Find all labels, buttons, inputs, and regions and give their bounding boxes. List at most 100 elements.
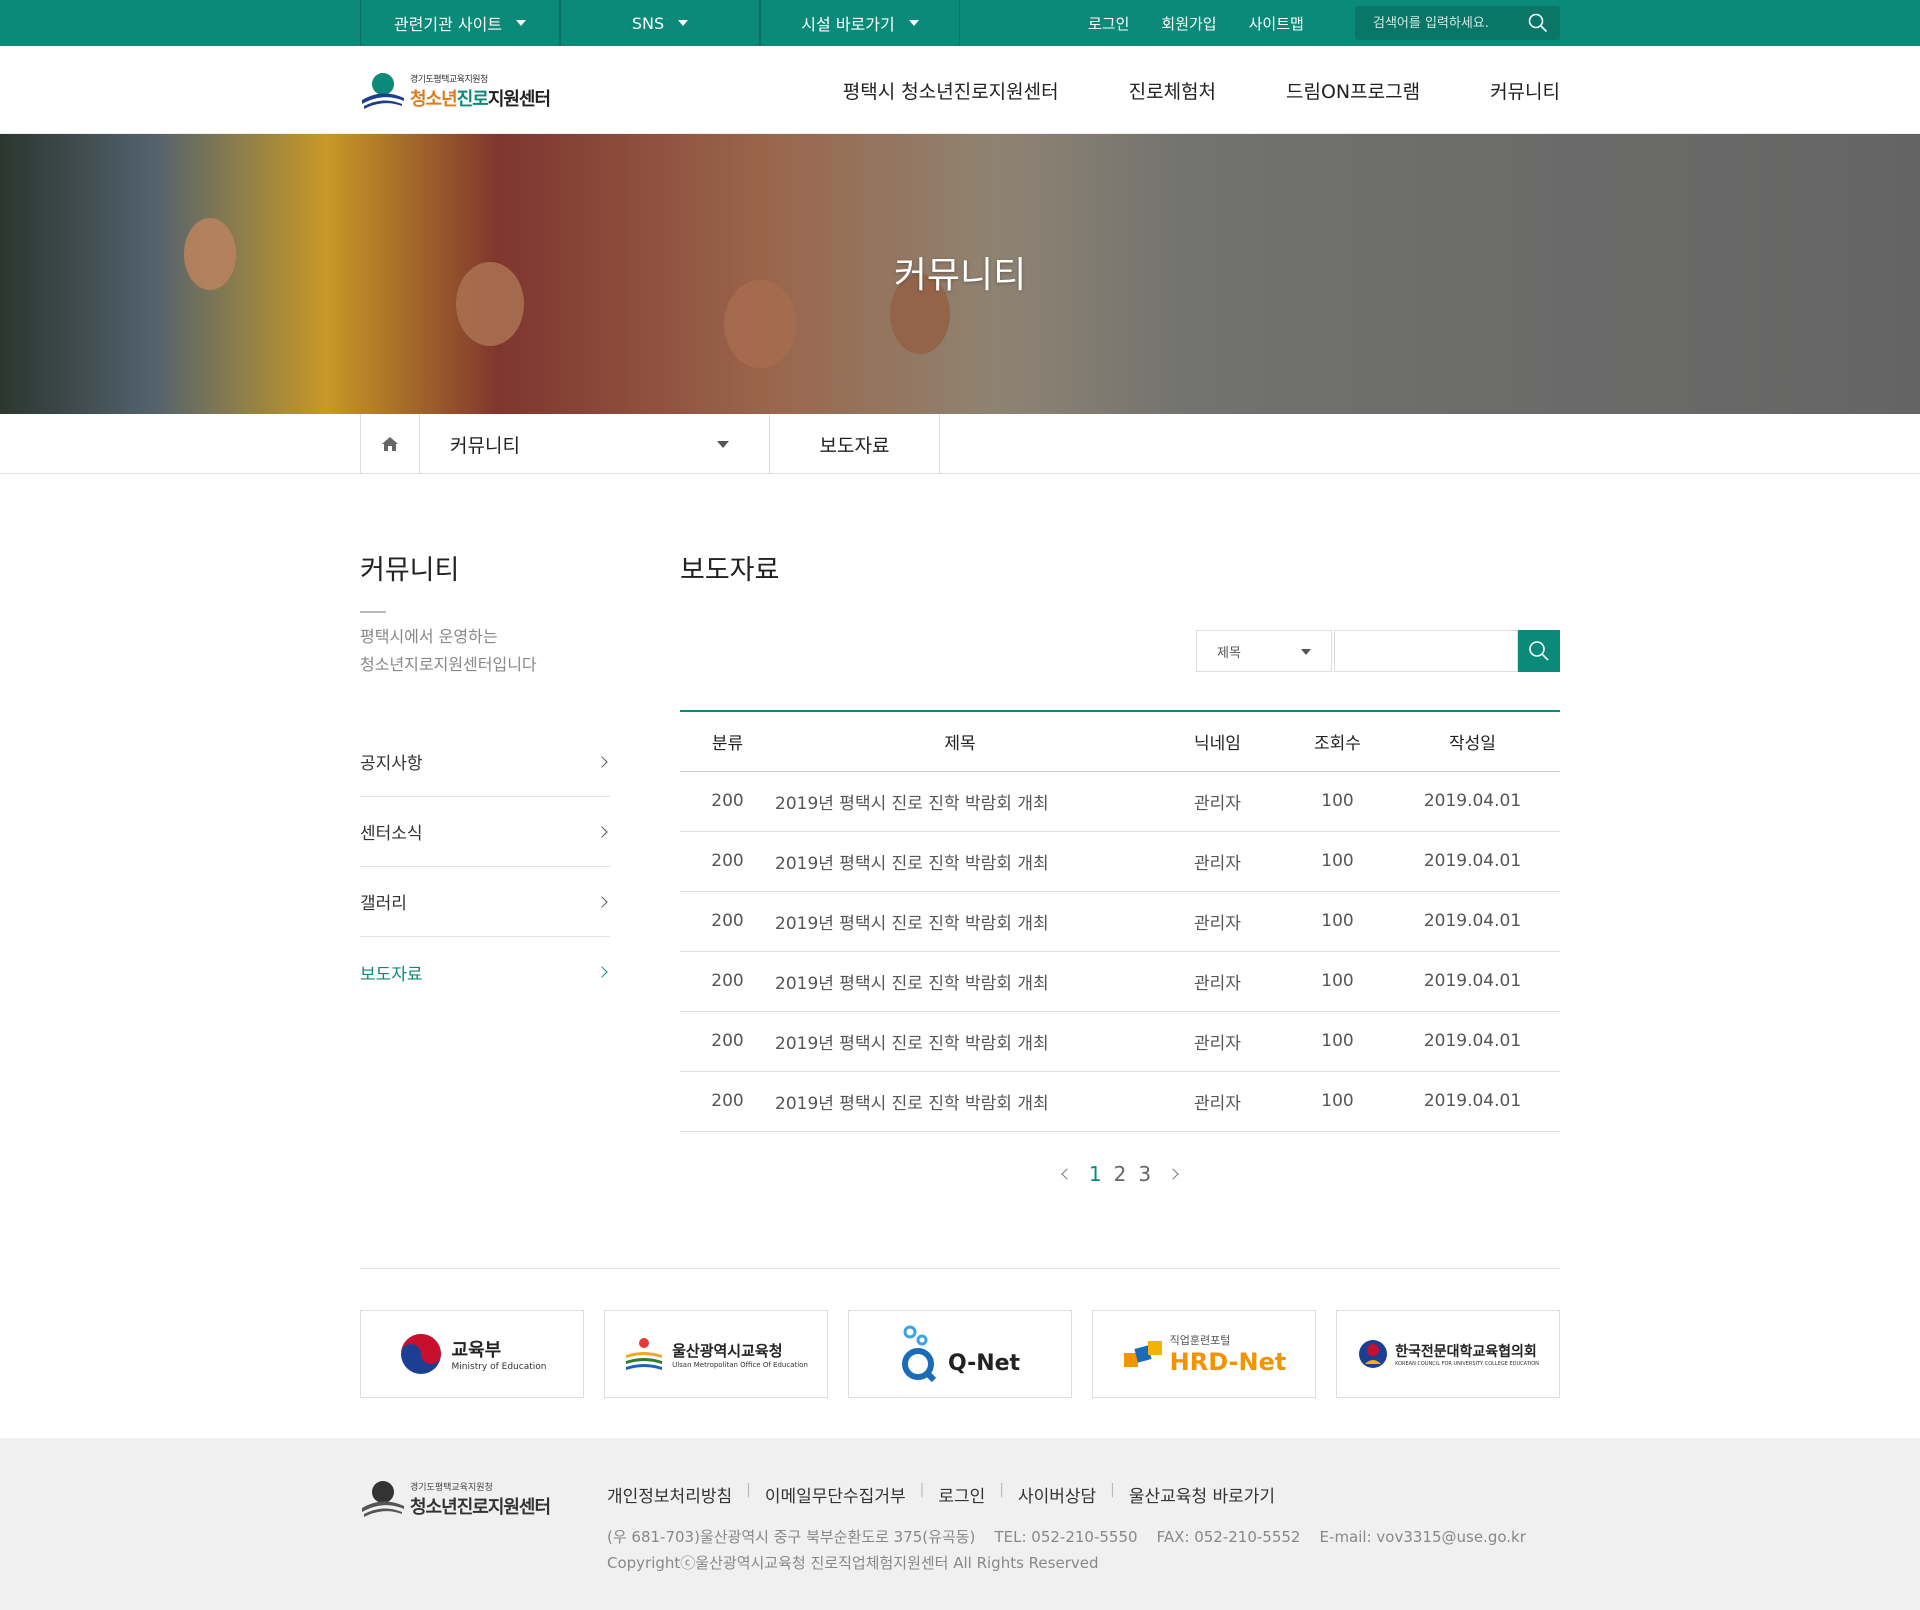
related-sites-dropdown[interactable]: 관련기관 사이트	[360, 0, 560, 46]
top-utility-bar: 관련기관 사이트 SNS 시설 바로가기 로그인 회원가입 사이트맵	[0, 0, 1920, 46]
cell-subject[interactable]: 2019년 평택시 진로 진학 박람회 개최	[775, 951, 1145, 1012]
logo-title: 청소년진로지원센터	[410, 85, 551, 111]
col-category: 분류	[680, 711, 775, 772]
page-1[interactable]: 1	[1089, 1162, 1102, 1186]
caret-down-icon	[908, 20, 919, 26]
facility-shortcut-dropdown[interactable]: 시설 바로가기	[760, 0, 960, 46]
cell-views: 100	[1290, 1011, 1385, 1072]
board-search-button[interactable]	[1518, 630, 1560, 672]
banner-ulsan-edu[interactable]: 울산광역시교육청 Ulsan Metropolitan Office Of Ed…	[604, 1310, 828, 1398]
footer-logo-title: 청소년진로지원센터	[410, 1493, 551, 1519]
cell-subject[interactable]: 2019년 평택시 진로 진학 박람회 개최	[775, 771, 1145, 832]
sidebar-menu: 공지사항 센터소식 갤러리 보도자료	[360, 727, 610, 1007]
page-2[interactable]: 2	[1114, 1162, 1127, 1186]
cell-date: 2019.04.01	[1385, 831, 1560, 892]
caret-down-icon	[717, 441, 729, 448]
next-page-icon[interactable]	[1167, 1168, 1179, 1180]
col-date: 작성일	[1385, 711, 1560, 772]
footer-logo-part1: 청소년	[410, 1496, 458, 1518]
nav-dream-on[interactable]: 드림ON프로그램	[1286, 77, 1420, 104]
search-icon[interactable]	[1528, 13, 1548, 33]
banner-kcce[interactable]: 한국전문대학교육협의회 KOREAN COUNCIL FOR UNIVERSIT…	[1336, 1310, 1560, 1398]
chevron-right-icon	[596, 755, 608, 768]
caret-down-icon	[516, 20, 527, 26]
related-sites-label: 관련기관 사이트	[393, 15, 503, 34]
banner-moe[interactable]: 교육부 Ministry of Education	[360, 1310, 584, 1398]
prev-page-icon[interactable]	[1061, 1168, 1073, 1180]
site-logo[interactable]: 경기도평택교육지원청 청소년진로지원센터	[360, 70, 551, 112]
ulsan-edu-link[interactable]: 울산교육청 바로가기	[1129, 1482, 1275, 1507]
chevron-right-icon	[596, 966, 608, 978]
table-row[interactable]: 200 2019년 평택시 진로 진학 박람회 개최 관리자 100 2019.04.0…	[680, 771, 1560, 832]
sitemap-link[interactable]: 사이트맵	[1249, 13, 1304, 34]
board-search: 제목	[1196, 630, 1560, 672]
sidebar-item-label: 센터소식	[360, 824, 423, 844]
current-page-dropdown[interactable]: 보도자료	[770, 414, 940, 474]
cell-nickname: 관리자	[1145, 831, 1290, 892]
cell-subject[interactable]: 2019년 평택시 진로 진학 박람회 개최	[775, 891, 1145, 952]
logo-emblem-icon	[362, 73, 404, 109]
cell-date: 2019.04.01	[1385, 1071, 1560, 1132]
chevron-right-icon	[596, 895, 608, 908]
footer-logo-org: 경기도평택교육지원청	[410, 1482, 493, 1493]
cell-subject[interactable]: 2019년 평택시 진로 진학 박람회 개최	[775, 831, 1145, 892]
sidebar-item-label: 보도자료	[360, 964, 423, 985]
caret-down-icon	[678, 20, 689, 26]
banner-qnet-name: Q-Net	[947, 1350, 1021, 1376]
separator: |	[1110, 1482, 1115, 1498]
privacy-policy-link[interactable]: 개인정보처리방침	[607, 1482, 732, 1507]
sidebar-item-gallery[interactable]: 갤러리	[360, 867, 610, 937]
section-dropdown-label: 커뮤니티	[450, 434, 520, 457]
sns-dropdown[interactable]: SNS	[560, 0, 760, 46]
board-search-input[interactable]	[1334, 630, 1518, 672]
table-row[interactable]: 200 2019년 평택시 진로 진학 박람회 개최 관리자 100 2019.04.0…	[680, 891, 1560, 952]
footer-logo-emblem-icon	[362, 1481, 404, 1517]
cyber-counsel-link[interactable]: 사이버상담	[1018, 1482, 1096, 1507]
table-header-row: 분류 제목 닉네임 조회수 작성일	[680, 711, 1560, 772]
cell-views: 100	[1290, 951, 1385, 1012]
util-links: 로그인 회원가입 사이트맵	[1088, 0, 1336, 46]
table-row[interactable]: 200 2019년 평택시 진로 진학 박람회 개최 관리자 100 2019.04.0…	[680, 1071, 1560, 1132]
cell-subject[interactable]: 2019년 평택시 진로 진학 박람회 개최	[775, 1011, 1145, 1072]
banner-hrdnet[interactable]: 직업훈련포털 HRD-Net	[1092, 1310, 1316, 1398]
sidebar-item-press[interactable]: 보도자료	[360, 937, 610, 1007]
hero-title: 커뮤니티	[893, 255, 1027, 296]
banner-kcce-name: 한국전문대학교육협의회	[1395, 1344, 1537, 1360]
footer-login-link[interactable]: 로그인	[938, 1482, 985, 1507]
table-row[interactable]: 200 2019년 평택시 진로 진학 박람회 개최 관리자 100 2019.04.0…	[680, 951, 1560, 1012]
separator: |	[999, 1482, 1004, 1498]
col-subject: 제목	[775, 711, 1145, 772]
page-3[interactable]: 3	[1138, 1162, 1151, 1186]
banner-qnet[interactable]: Q-Net	[848, 1310, 1072, 1398]
kcce-emblem-icon	[1359, 1340, 1388, 1368]
cell-nickname: 관리자	[1145, 771, 1290, 832]
logo-title-part3: 지원센터	[487, 88, 551, 110]
nav-center[interactable]: 평택시 청소년진로지원센터	[843, 77, 1059, 104]
hrdnet-logo-icon	[1123, 1341, 1162, 1367]
cell-date: 2019.04.01	[1385, 1011, 1560, 1072]
location-bar: 커뮤니티 보도자료	[0, 414, 1920, 474]
logo-org-name: 경기도평택교육지원청	[410, 74, 488, 85]
cell-views: 100	[1290, 831, 1385, 892]
top-search-input[interactable]	[1355, 15, 1515, 31]
signup-link[interactable]: 회원가입	[1161, 13, 1216, 34]
sidebar-item-notice[interactable]: 공지사항	[360, 727, 610, 797]
home-button[interactable]	[360, 414, 420, 474]
section-dropdown[interactable]: 커뮤니티	[420, 414, 770, 474]
search-field-select[interactable]: 제목	[1196, 630, 1332, 672]
table-row[interactable]: 200 2019년 평택시 진로 진학 박람회 개최 관리자 100 2019.04.0…	[680, 1011, 1560, 1072]
sidebar-divider	[360, 611, 386, 613]
cell-subject[interactable]: 2019년 평택시 진로 진학 박람회 개최	[775, 1071, 1145, 1132]
banner-moe-name: 교육부	[451, 1340, 502, 1361]
footer-address-block: (우 681-703)울산광역시 중구 북부순환도로 375(유곡동) TEL:…	[607, 1524, 1526, 1576]
cell-views: 100	[1290, 771, 1385, 832]
separator: |	[919, 1482, 925, 1498]
main-nav: 평택시 청소년진로지원센터 진로체험처 드림ON프로그램 커뮤니티	[773, 46, 1560, 134]
nav-experience[interactable]: 진로체험처	[1129, 77, 1216, 104]
table-row[interactable]: 200 2019년 평택시 진로 진학 박람회 개최 관리자 100 2019.04.0…	[680, 831, 1560, 892]
nav-community[interactable]: 커뮤니티	[1490, 77, 1560, 104]
email-refusal-link[interactable]: 이메일무단수집거부	[765, 1482, 906, 1507]
sidebar-item-center-news[interactable]: 센터소식	[360, 797, 610, 867]
page-title: 보도자료	[680, 555, 780, 586]
login-link[interactable]: 로그인	[1088, 13, 1129, 34]
